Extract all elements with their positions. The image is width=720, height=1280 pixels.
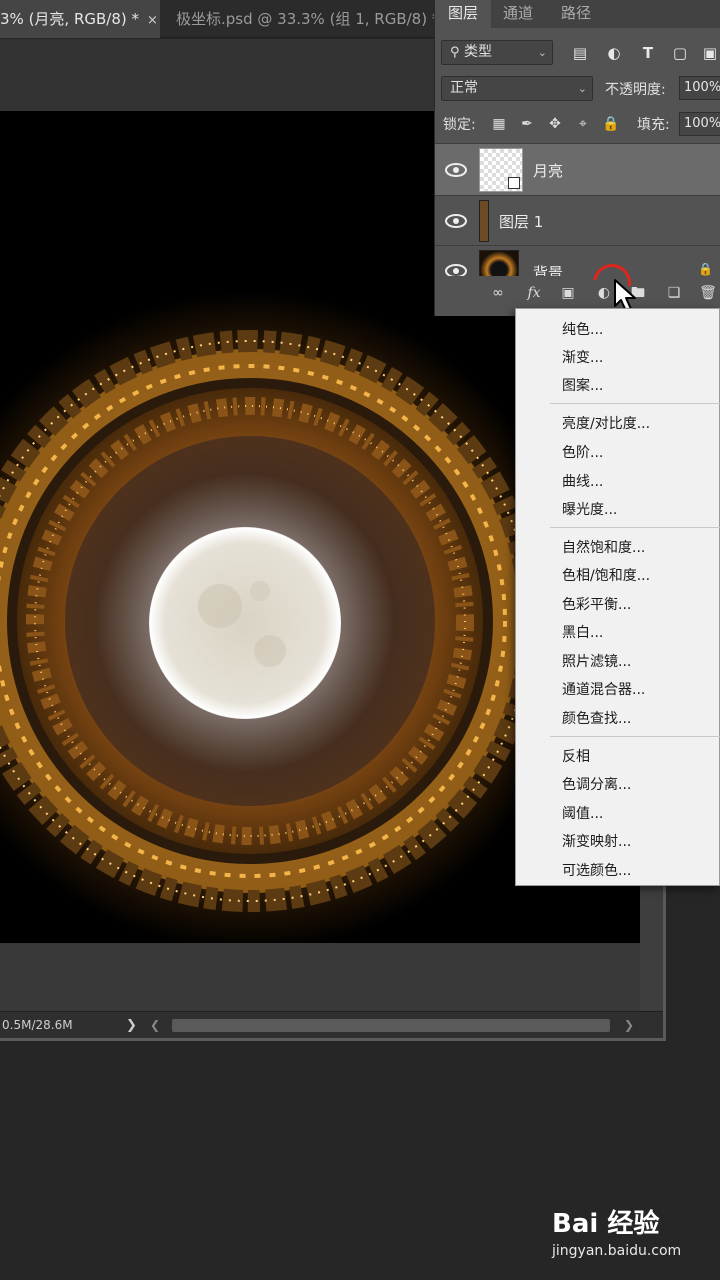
- scroll-left-icon[interactable]: ❮: [150, 1012, 160, 1039]
- menu-item-solid-color[interactable]: 纯色...: [562, 319, 603, 339]
- menu-item-curves[interactable]: 曲线...: [562, 471, 603, 491]
- menu-separator: [550, 736, 720, 737]
- add-mask-icon[interactable]: ▣: [557, 282, 579, 304]
- status-menu-arrow-icon[interactable]: ❯: [126, 1012, 137, 1039]
- lock-label: 锁定:: [443, 117, 476, 133]
- tab-layers[interactable]: 图层: [435, 0, 491, 28]
- layer-row-moon[interactable]: 月亮: [435, 143, 720, 195]
- filter-shape-icon[interactable]: ▢: [669, 42, 691, 64]
- menu-item-gradient-map[interactable]: 渐变映射...: [562, 831, 631, 851]
- layer-thumbnail: [479, 200, 489, 242]
- blend-mode-value: 正常: [450, 80, 478, 96]
- layer-thumbnail: [479, 148, 523, 192]
- layer-style-fx-icon[interactable]: fx: [523, 282, 545, 304]
- blend-row: 正常 ⌄ 不透明度: 100%: [441, 76, 720, 102]
- panel-tabs: 图层 通道 路径: [435, 0, 720, 28]
- menu-item-photo-filter[interactable]: 照片滤镜...: [562, 651, 631, 671]
- chevron-down-icon: ⌄: [537, 46, 547, 59]
- menu-item-pattern[interactable]: 图案...: [562, 375, 603, 395]
- document-size-readout: 0.5M/28.6M: [2, 1018, 73, 1032]
- document-tab-active[interactable]: 3% (月亮, RGB/8) * ×: [0, 0, 160, 38]
- menu-item-brightness-contrast[interactable]: 亮度/对比度...: [562, 413, 650, 433]
- layers-panel-footer: ∞ fx ▣ ◐ 🖿 ❏ 🗑: [435, 256, 720, 312]
- tab-channels[interactable]: 通道: [503, 0, 533, 28]
- tab-paths[interactable]: 路径: [561, 0, 591, 28]
- lock-transparent-pixels-icon[interactable]: ▦: [489, 114, 509, 134]
- layer-name: 月亮: [533, 162, 564, 180]
- visibility-eye-icon[interactable]: [445, 214, 467, 228]
- layer-filter-select[interactable]: ⚲ 类型 ⌄: [441, 40, 553, 65]
- lock-artboard-icon[interactable]: ⌖: [573, 114, 593, 134]
- layer-name: 背景: [533, 264, 564, 276]
- chevron-down-icon: ⌄: [577, 82, 587, 95]
- document-tab-label: 3% (月亮, RGB/8) *: [0, 10, 140, 28]
- opacity-label: 不透明度:: [605, 82, 666, 98]
- document-tab-inactive[interactable]: 极坐标.psd @ 33.3% (组 1, RGB/8) *: [162, 0, 440, 38]
- opacity-field[interactable]: 100%: [679, 76, 720, 100]
- menu-item-channel-mixer[interactable]: 通道混合器...: [562, 679, 645, 699]
- adjustment-layer-menu: 纯色... 渐变... 图案... 亮度/对比度... 色阶... 曲线... …: [515, 308, 720, 886]
- watermark-brand: Bai 经验: [552, 1209, 660, 1239]
- lock-image-pixels-icon[interactable]: ✒: [517, 114, 537, 134]
- layers-panel: 图层 通道 路径 ⚲ 类型 ⌄ ▤ ◐ T ▢ ▣ 正常 ⌄ 不透明度: 100…: [434, 0, 720, 316]
- document-tab-bar: 3% (月亮, RGB/8) * × 极坐标.psd @ 33.3% (组 1, …: [0, 0, 440, 38]
- menu-item-exposure[interactable]: 曝光度...: [562, 499, 617, 519]
- baidu-jingyan-watermark: Bai 经验 jingyan.baidu.com: [552, 1203, 712, 1267]
- watermark-url: jingyan.baidu.com: [552, 1243, 682, 1259]
- visibility-eye-icon[interactable]: [445, 264, 467, 276]
- layer-thumbnail: [479, 250, 519, 276]
- menu-item-posterize[interactable]: 色调分离...: [562, 774, 631, 794]
- menu-item-invert[interactable]: 反相: [562, 746, 590, 766]
- search-icon: ⚲: [450, 45, 460, 60]
- lock-all-icon[interactable]: 🔒: [601, 114, 621, 134]
- smart-object-badge-icon: [508, 177, 520, 189]
- link-layers-icon[interactable]: ∞: [487, 282, 509, 304]
- lock-row: 锁定: ▦ ✒ ✥ ⌖ 🔒 填充: 100%: [443, 112, 720, 136]
- menu-separator: [550, 403, 720, 404]
- filter-adjustment-icon[interactable]: ◐: [603, 42, 625, 64]
- menu-item-selective-color[interactable]: 可选颜色...: [562, 860, 631, 880]
- menu-item-gradient[interactable]: 渐变...: [562, 347, 603, 367]
- new-layer-icon[interactable]: ❏: [663, 282, 685, 304]
- layer-row-layer1[interactable]: 图层 1: [435, 195, 720, 245]
- layer-row-background[interactable]: 背景 🔒: [435, 245, 720, 276]
- close-tab-icon[interactable]: ×: [147, 2, 158, 38]
- menu-item-vibrance[interactable]: 自然饱和度...: [562, 537, 645, 557]
- fill-field[interactable]: 100%: [679, 112, 720, 136]
- layer-name: 图层 1: [499, 213, 544, 231]
- layer-filter-value: 类型: [463, 44, 492, 60]
- menu-item-threshold[interactable]: 阈值...: [562, 803, 603, 823]
- menu-item-black-white[interactable]: 黑白...: [562, 622, 603, 642]
- status-bar: 0.5M/28.6M ❯ ❮ ❯: [0, 1011, 663, 1038]
- blend-mode-select[interactable]: 正常 ⌄: [441, 76, 593, 101]
- fill-label: 填充:: [637, 117, 670, 133]
- filter-smart-object-icon[interactable]: ▣: [699, 42, 720, 64]
- lock-position-icon[interactable]: ✥: [545, 114, 565, 134]
- filter-type-icon[interactable]: T: [637, 42, 659, 64]
- menu-item-color-balance[interactable]: 色彩平衡...: [562, 594, 631, 614]
- filter-pixel-icon[interactable]: ▤: [569, 42, 591, 64]
- horizontal-scrollbar-thumb[interactable]: [172, 1019, 610, 1032]
- menu-item-levels[interactable]: 色阶...: [562, 442, 603, 462]
- options-bar: [0, 39, 440, 111]
- document-tab-label: 极坐标.psd @ 33.3% (组 1, RGB/8) *: [176, 10, 440, 28]
- menu-item-color-lookup[interactable]: 颜色查找...: [562, 708, 631, 728]
- menu-item-hue-saturation[interactable]: 色相/饱和度...: [562, 565, 650, 585]
- menu-separator: [550, 527, 720, 528]
- layer-filter-row: ⚲ 类型 ⌄ ▤ ◐ T ▢ ▣: [441, 40, 717, 66]
- delete-layer-icon[interactable]: 🗑: [697, 282, 719, 304]
- visibility-eye-icon[interactable]: [445, 163, 467, 177]
- layer-lock-icon: 🔒: [698, 262, 713, 276]
- scroll-right-icon[interactable]: ❯: [624, 1012, 634, 1039]
